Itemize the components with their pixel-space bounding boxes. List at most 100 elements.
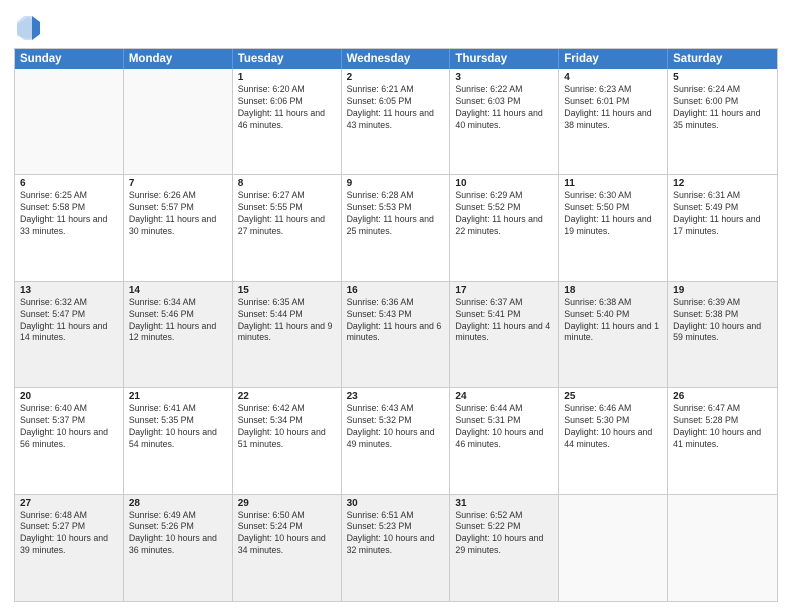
calendar-row: 27Sunrise: 6:48 AMSunset: 5:27 PMDayligh… bbox=[15, 495, 777, 601]
calendar-cell: 2Sunrise: 6:21 AMSunset: 6:05 PMDaylight… bbox=[342, 69, 451, 174]
cell-info: Daylight: 10 hours and 49 minutes. bbox=[347, 427, 445, 451]
cell-info: Daylight: 10 hours and 56 minutes. bbox=[20, 427, 118, 451]
cell-info: Sunset: 6:00 PM bbox=[673, 96, 772, 108]
cell-info: Sunrise: 6:39 AM bbox=[673, 297, 772, 309]
day-number: 7 bbox=[129, 178, 227, 189]
cell-info: Sunrise: 6:40 AM bbox=[20, 403, 118, 415]
calendar-cell: 18Sunrise: 6:38 AMSunset: 5:40 PMDayligh… bbox=[559, 282, 668, 387]
cell-info: Daylight: 11 hours and 35 minutes. bbox=[673, 108, 772, 132]
day-number: 1 bbox=[238, 72, 336, 83]
day-number: 19 bbox=[673, 285, 772, 296]
day-number: 11 bbox=[564, 178, 662, 189]
cell-info: Sunset: 5:34 PM bbox=[238, 415, 336, 427]
cell-info: Sunrise: 6:32 AM bbox=[20, 297, 118, 309]
day-number: 9 bbox=[347, 178, 445, 189]
cell-info: Daylight: 10 hours and 41 minutes. bbox=[673, 427, 772, 451]
cell-info: Sunrise: 6:46 AM bbox=[564, 403, 662, 415]
weekday-header: Tuesday bbox=[233, 49, 342, 69]
cell-info: Daylight: 10 hours and 44 minutes. bbox=[564, 427, 662, 451]
calendar-body: 1Sunrise: 6:20 AMSunset: 6:06 PMDaylight… bbox=[15, 69, 777, 601]
cell-info: Sunrise: 6:49 AM bbox=[129, 510, 227, 522]
day-number: 17 bbox=[455, 285, 553, 296]
cell-info: Daylight: 11 hours and 12 minutes. bbox=[129, 321, 227, 345]
day-number: 16 bbox=[347, 285, 445, 296]
cell-info: Sunset: 5:27 PM bbox=[20, 521, 118, 533]
cell-info: Sunset: 5:30 PM bbox=[564, 415, 662, 427]
cell-info: Sunrise: 6:27 AM bbox=[238, 190, 336, 202]
cell-info: Sunset: 5:24 PM bbox=[238, 521, 336, 533]
calendar-cell: 27Sunrise: 6:48 AMSunset: 5:27 PMDayligh… bbox=[15, 495, 124, 601]
day-number: 3 bbox=[455, 72, 553, 83]
cell-info: Sunrise: 6:23 AM bbox=[564, 84, 662, 96]
calendar-header: SundayMondayTuesdayWednesdayThursdayFrid… bbox=[15, 49, 777, 69]
day-number: 14 bbox=[129, 285, 227, 296]
calendar-cell: 8Sunrise: 6:27 AMSunset: 5:55 PMDaylight… bbox=[233, 175, 342, 280]
cell-info: Daylight: 10 hours and 29 minutes. bbox=[455, 533, 553, 557]
cell-info: Sunrise: 6:21 AM bbox=[347, 84, 445, 96]
day-number: 20 bbox=[20, 391, 118, 402]
calendar-row: 6Sunrise: 6:25 AMSunset: 5:58 PMDaylight… bbox=[15, 175, 777, 281]
cell-info: Sunset: 5:43 PM bbox=[347, 309, 445, 321]
day-number: 21 bbox=[129, 391, 227, 402]
cell-info: Sunset: 5:52 PM bbox=[455, 202, 553, 214]
cell-info: Sunrise: 6:29 AM bbox=[455, 190, 553, 202]
cell-info: Sunset: 5:37 PM bbox=[20, 415, 118, 427]
calendar-cell: 13Sunrise: 6:32 AMSunset: 5:47 PMDayligh… bbox=[15, 282, 124, 387]
weekday-header: Monday bbox=[124, 49, 233, 69]
cell-info: Sunrise: 6:38 AM bbox=[564, 297, 662, 309]
day-number: 22 bbox=[238, 391, 336, 402]
day-number: 18 bbox=[564, 285, 662, 296]
calendar-cell: 28Sunrise: 6:49 AMSunset: 5:26 PMDayligh… bbox=[124, 495, 233, 601]
calendar-cell: 30Sunrise: 6:51 AMSunset: 5:23 PMDayligh… bbox=[342, 495, 451, 601]
day-number: 26 bbox=[673, 391, 772, 402]
cell-info: Daylight: 11 hours and 33 minutes. bbox=[20, 214, 118, 238]
calendar-cell: 26Sunrise: 6:47 AMSunset: 5:28 PMDayligh… bbox=[668, 388, 777, 493]
cell-info: Daylight: 11 hours and 38 minutes. bbox=[564, 108, 662, 132]
cell-info: Sunset: 6:06 PM bbox=[238, 96, 336, 108]
cell-info: Sunrise: 6:22 AM bbox=[455, 84, 553, 96]
day-number: 12 bbox=[673, 178, 772, 189]
cell-info: Sunrise: 6:24 AM bbox=[673, 84, 772, 96]
day-number: 6 bbox=[20, 178, 118, 189]
cell-info: Sunrise: 6:34 AM bbox=[129, 297, 227, 309]
cell-info: Daylight: 11 hours and 30 minutes. bbox=[129, 214, 227, 238]
cell-info: Sunrise: 6:43 AM bbox=[347, 403, 445, 415]
cell-info: Sunset: 5:31 PM bbox=[455, 415, 553, 427]
weekday-header: Thursday bbox=[450, 49, 559, 69]
calendar-cell bbox=[15, 69, 124, 174]
day-number: 4 bbox=[564, 72, 662, 83]
cell-info: Daylight: 11 hours and 46 minutes. bbox=[238, 108, 336, 132]
cell-info: Sunrise: 6:35 AM bbox=[238, 297, 336, 309]
cell-info: Daylight: 11 hours and 22 minutes. bbox=[455, 214, 553, 238]
cell-info: Daylight: 10 hours and 59 minutes. bbox=[673, 321, 772, 345]
calendar-cell: 19Sunrise: 6:39 AMSunset: 5:38 PMDayligh… bbox=[668, 282, 777, 387]
cell-info: Sunset: 6:03 PM bbox=[455, 96, 553, 108]
calendar-cell: 10Sunrise: 6:29 AMSunset: 5:52 PMDayligh… bbox=[450, 175, 559, 280]
calendar-cell: 5Sunrise: 6:24 AMSunset: 6:00 PMDaylight… bbox=[668, 69, 777, 174]
calendar: SundayMondayTuesdayWednesdayThursdayFrid… bbox=[14, 48, 778, 602]
weekday-header: Sunday bbox=[15, 49, 124, 69]
calendar-cell bbox=[559, 495, 668, 601]
cell-info: Daylight: 11 hours and 25 minutes. bbox=[347, 214, 445, 238]
cell-info: Daylight: 10 hours and 51 minutes. bbox=[238, 427, 336, 451]
cell-info: Sunrise: 6:37 AM bbox=[455, 297, 553, 309]
cell-info: Sunset: 6:01 PM bbox=[564, 96, 662, 108]
calendar-cell: 22Sunrise: 6:42 AMSunset: 5:34 PMDayligh… bbox=[233, 388, 342, 493]
cell-info: Daylight: 10 hours and 39 minutes. bbox=[20, 533, 118, 557]
logo bbox=[14, 14, 46, 42]
calendar-cell bbox=[124, 69, 233, 174]
day-number: 15 bbox=[238, 285, 336, 296]
day-number: 24 bbox=[455, 391, 553, 402]
cell-info: Sunset: 5:32 PM bbox=[347, 415, 445, 427]
cell-info: Sunrise: 6:50 AM bbox=[238, 510, 336, 522]
cell-info: Sunset: 5:49 PM bbox=[673, 202, 772, 214]
header bbox=[14, 10, 778, 42]
calendar-cell: 31Sunrise: 6:52 AMSunset: 5:22 PMDayligh… bbox=[450, 495, 559, 601]
calendar-cell: 4Sunrise: 6:23 AMSunset: 6:01 PMDaylight… bbox=[559, 69, 668, 174]
calendar-cell: 15Sunrise: 6:35 AMSunset: 5:44 PMDayligh… bbox=[233, 282, 342, 387]
cell-info: Sunset: 5:40 PM bbox=[564, 309, 662, 321]
cell-info: Sunset: 5:53 PM bbox=[347, 202, 445, 214]
day-number: 28 bbox=[129, 498, 227, 509]
calendar-cell: 25Sunrise: 6:46 AMSunset: 5:30 PMDayligh… bbox=[559, 388, 668, 493]
weekday-header: Friday bbox=[559, 49, 668, 69]
